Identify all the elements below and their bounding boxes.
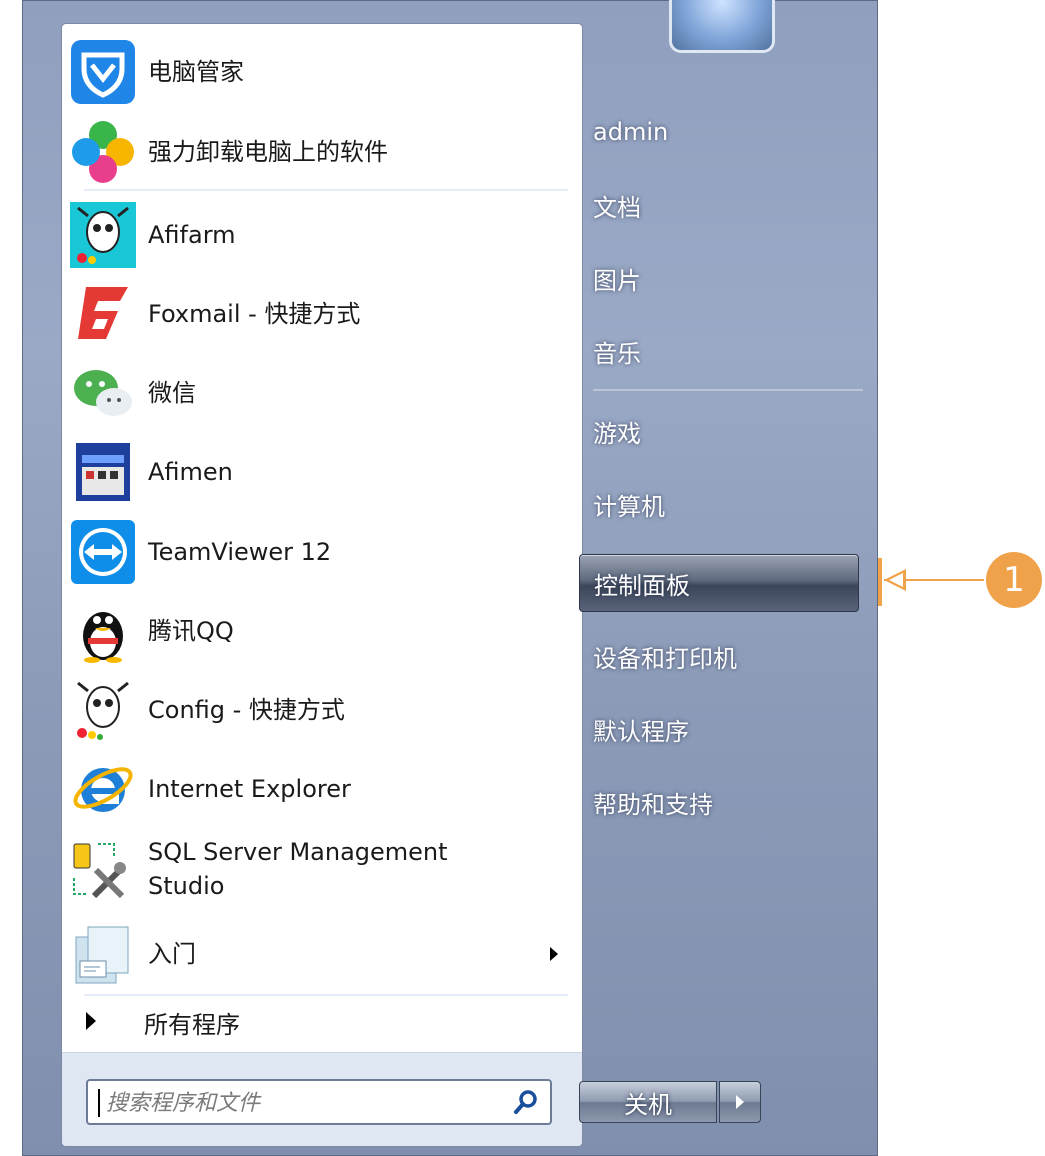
program-label: Config - 快捷方式 <box>148 696 345 724</box>
program-item-teamviewer[interactable]: TeamViewer 12 <box>62 512 582 592</box>
program-label: Afimen <box>148 458 233 486</box>
program-label: 微信 <box>148 379 196 407</box>
shutdown-arrow-icon <box>736 1095 744 1109</box>
search-input[interactable] <box>104 1085 498 1121</box>
program-item-getting-started[interactable]: 入门 <box>62 914 582 994</box>
text-caret <box>98 1089 100 1117</box>
program-item-qq[interactable]: 腾讯QQ <box>62 592 582 670</box>
callout-number-badge: 1 <box>986 552 1042 608</box>
program-label: TeamViewer 12 <box>148 538 332 566</box>
right-item-user[interactable]: admin <box>579 106 859 158</box>
right-item-pictures[interactable]: 图片 <box>579 252 859 304</box>
documents-label: 文档 <box>593 193 641 222</box>
program-label: 强力卸载电脑上的软件 <box>148 138 388 166</box>
user-account-picture[interactable] <box>669 0 775 53</box>
program-label: 电脑管家 <box>148 58 244 86</box>
search-area <box>62 1052 582 1146</box>
callout-arrow-inner <box>889 573 903 587</box>
program-label: Foxmail - 快捷方式 <box>148 300 361 328</box>
afimen-icon <box>70 439 136 505</box>
pinned-separator <box>84 189 568 191</box>
program-item-afimen[interactable]: Afimen <box>62 432 582 512</box>
right-item-computer[interactable]: 计算机 <box>579 478 859 530</box>
program-item-sql-server-management-studio[interactable]: SQL Server Management Studio <box>62 828 582 914</box>
right-item-help-support[interactable]: 帮助和支持 <box>579 776 859 828</box>
program-label: Internet Explorer <box>148 775 351 803</box>
program-label: 腾讯QQ <box>148 617 234 645</box>
program-label-line2: Studio <box>148 872 225 900</box>
program-item-wechat[interactable]: 微信 <box>62 354 582 432</box>
all-programs-arrow-icon <box>86 1012 96 1030</box>
programs-pane: 电脑管家 强力卸载电脑上的软件 Afifarm Foxmail - 快捷方式 微… <box>61 23 583 1147</box>
search-icon[interactable] <box>512 1088 540 1120</box>
default-programs-label: 默认程序 <box>593 717 689 746</box>
right-separator <box>593 389 863 391</box>
program-label: 入门 <box>148 940 196 968</box>
computer-label: 计算机 <box>593 492 665 521</box>
shutdown-button[interactable]: 关机 <box>579 1081 717 1123</box>
program-item-internet-explorer[interactable]: Internet Explorer <box>62 750 582 828</box>
program-item-config[interactable]: Config - 快捷方式 <box>62 670 582 750</box>
shutdown-label: 关机 <box>624 1090 672 1119</box>
getting-started-icon <box>70 921 136 987</box>
foxmail-icon <box>70 281 136 347</box>
right-item-games[interactable]: 游戏 <box>579 405 859 457</box>
program-item-afifarm[interactable]: Afifarm <box>62 196 582 274</box>
right-item-documents[interactable]: 文档 <box>579 179 859 231</box>
all-programs-label: 所有程序 <box>144 1011 240 1039</box>
all-programs-item[interactable]: 所有程序 <box>62 1002 582 1042</box>
program-item-foxmail[interactable]: Foxmail - 快捷方式 <box>62 274 582 354</box>
right-item-default-programs[interactable]: 默认程序 <box>579 703 859 755</box>
shutdown-options-button[interactable] <box>719 1081 761 1123</box>
program-item-pc-manager[interactable]: 电脑管家 <box>62 32 582 112</box>
search-box[interactable] <box>86 1079 552 1125</box>
submenu-arrow-icon <box>550 947 558 961</box>
wechat-icon <box>70 360 136 426</box>
callout-bar <box>878 558 882 606</box>
internet-explorer-icon <box>70 756 136 822</box>
control-panel-label: 控制面板 <box>594 571 690 600</box>
program-label: SQL Server Management <box>148 838 448 866</box>
all-programs-separator <box>84 994 568 996</box>
sql-server-tools-icon <box>70 838 136 904</box>
config-cow-icon <box>70 677 136 743</box>
right-item-control-panel[interactable]: 控制面板 <box>579 554 859 612</box>
pc-manager-shield-icon <box>70 39 136 105</box>
right-item-music[interactable]: 音乐 <box>579 325 859 377</box>
program-label: Afifarm <box>148 221 236 249</box>
music-label: 音乐 <box>593 339 641 368</box>
afifarm-cow-icon <box>70 202 136 268</box>
devices-printers-label: 设备和打印机 <box>593 644 737 673</box>
games-label: 游戏 <box>593 419 641 448</box>
program-item-uninstaller[interactable]: 强力卸载电脑上的软件 <box>62 112 582 192</box>
uninstaller-clover-icon <box>70 119 136 185</box>
qq-penguin-icon <box>70 598 136 664</box>
help-support-label: 帮助和支持 <box>593 790 713 819</box>
pictures-label: 图片 <box>593 266 641 295</box>
right-item-devices-printers[interactable]: 设备和打印机 <box>579 630 859 682</box>
start-menu: 电脑管家 强力卸载电脑上的软件 Afifarm Foxmail - 快捷方式 微… <box>22 0 878 1156</box>
teamviewer-icon <box>70 519 136 585</box>
user-name-label: admin <box>593 118 669 146</box>
